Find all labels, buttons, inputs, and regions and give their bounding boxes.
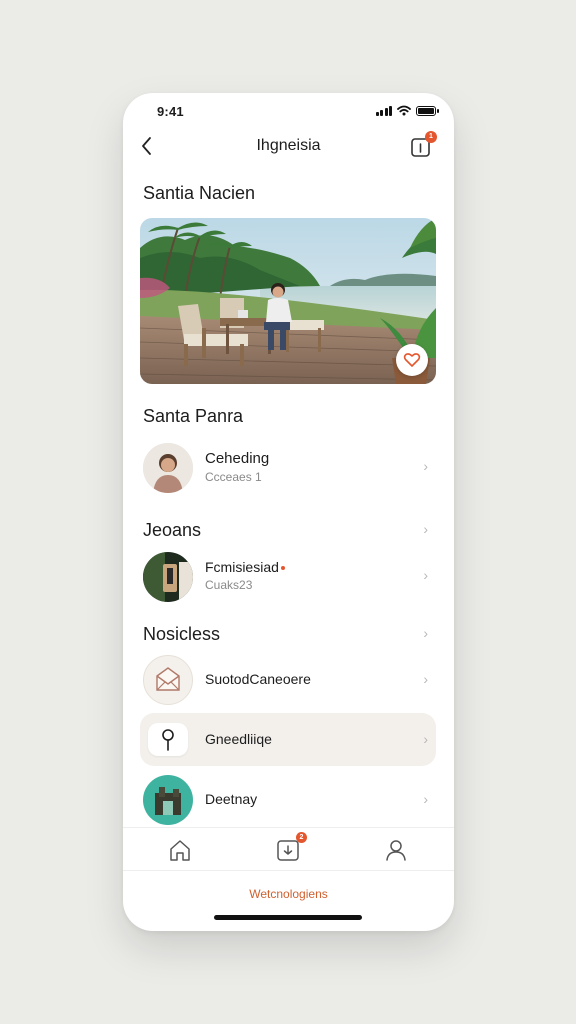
tab-badge: 2 xyxy=(296,832,307,843)
status-dot xyxy=(280,566,285,571)
pin-icon xyxy=(162,729,174,751)
status-bar: 9:41 xyxy=(123,93,454,129)
phone-screen: 9:41 Ihgneisia 1 Santia Nacien Santa Pan… xyxy=(123,93,454,931)
list-item-fcmisiesiad[interactable]: Fcmisiesiad Cuaks23 › xyxy=(140,549,436,605)
row-title: Deetnay xyxy=(205,791,258,807)
home-icon xyxy=(170,840,190,861)
avatar xyxy=(143,655,193,705)
tab-home[interactable] xyxy=(166,836,194,864)
chevron-right-icon: › xyxy=(423,567,428,583)
row-title: Gneedliiqe xyxy=(205,731,272,747)
notification-badge: 1 xyxy=(425,131,437,143)
status-time: 9:41 xyxy=(157,104,184,119)
share-button[interactable]: 1 xyxy=(408,131,437,159)
favorite-button[interactable] xyxy=(396,344,428,376)
section-title-nosicless: Nosicless xyxy=(143,624,221,644)
featured-image[interactable] xyxy=(140,218,436,384)
row-title: Fcmisiesiad xyxy=(205,559,279,575)
home-indicator xyxy=(214,915,362,920)
heart-icon xyxy=(403,353,421,367)
section-title-jeoans: Jeoans xyxy=(143,520,202,540)
profile-icon xyxy=(386,840,406,861)
section-row-jeoans[interactable]: Jeoans › xyxy=(140,517,436,541)
status-icons xyxy=(375,105,439,116)
avatar xyxy=(143,552,193,602)
list-item-gneedliiqe[interactable]: Gneedliiqe › xyxy=(140,713,436,766)
row-title: SuotodCaneoere xyxy=(205,671,311,687)
signal-icon xyxy=(375,105,392,116)
chevron-right-icon: › xyxy=(423,671,428,687)
row-title: Ceheding xyxy=(205,450,270,467)
chevron-right-icon: › xyxy=(423,625,428,641)
row-title-with-dot: Fcmisiesiad xyxy=(205,559,285,575)
avatar xyxy=(143,775,193,825)
tab-profile[interactable] xyxy=(382,836,410,864)
chevron-right-icon: › xyxy=(423,521,428,537)
page-title: Ihgneisia xyxy=(256,137,321,154)
list-item-suotodcaneoere[interactable]: SuotodCaneoere › xyxy=(140,653,436,707)
battery-icon xyxy=(416,105,439,116)
top-nav: Ihgneisia 1 xyxy=(123,129,454,165)
icon-tile xyxy=(148,723,188,756)
section-title-santa-panra: Santa Panra xyxy=(143,406,244,426)
tab-inbox[interactable]: 2 xyxy=(274,832,307,864)
list-item-deetnay[interactable]: Deetnay › xyxy=(140,773,436,827)
row-subtitle: Ccceaes 1 xyxy=(205,470,262,484)
chevron-right-icon: › xyxy=(423,458,428,474)
featured-title: Santia Nacien xyxy=(143,183,256,203)
beach-terrace-photo xyxy=(140,218,436,384)
footer-link[interactable]: Wetcnologiens xyxy=(123,887,454,901)
wifi-icon xyxy=(397,105,411,116)
row-subtitle: Cuaks23 xyxy=(205,578,253,592)
section-row-nosicless[interactable]: Nosicless › xyxy=(140,621,436,645)
chevron-right-icon: › xyxy=(423,791,428,807)
bottom-tab-bar: 2 xyxy=(123,827,454,871)
chevron-right-icon: › xyxy=(423,731,428,747)
avatar xyxy=(143,443,193,493)
envelope-icon xyxy=(156,667,180,691)
list-item-ceheding[interactable]: Ceheding Ccceaes 1 › xyxy=(140,439,436,497)
